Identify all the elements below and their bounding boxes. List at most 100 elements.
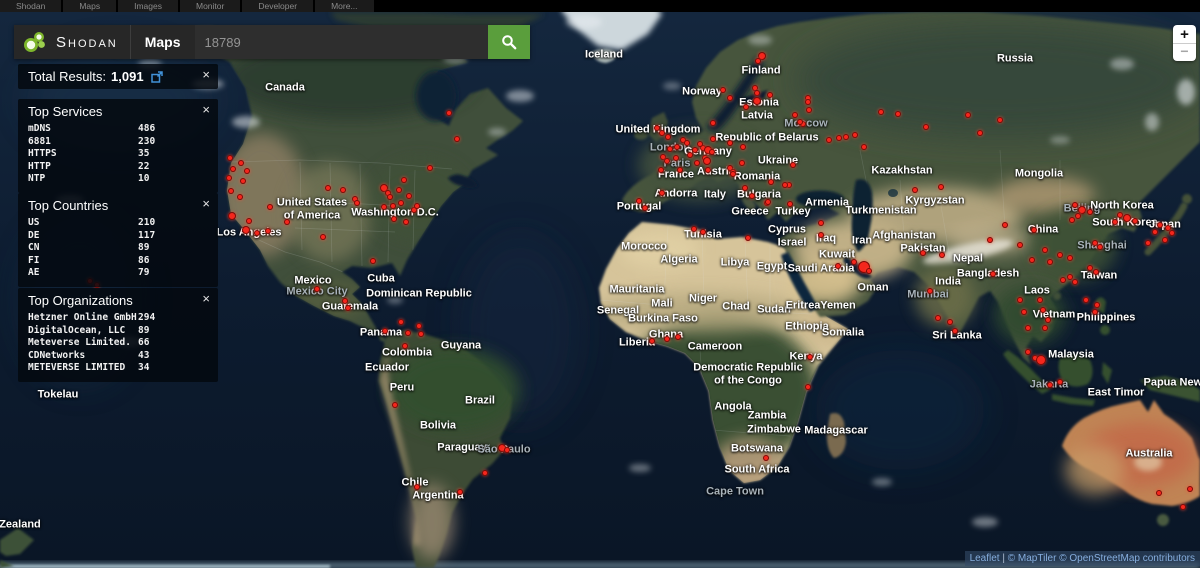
facet-label[interactable]: CDNetworks bbox=[28, 350, 138, 363]
host-marker[interactable] bbox=[1087, 209, 1093, 215]
facet-label[interactable]: US bbox=[28, 217, 138, 230]
host-marker[interactable] bbox=[697, 141, 703, 147]
host-marker[interactable] bbox=[1037, 297, 1043, 303]
host-marker[interactable] bbox=[694, 160, 700, 166]
host-marker[interactable] bbox=[1042, 325, 1048, 331]
facet-label[interactable]: Hetzner Online GmbH bbox=[28, 312, 138, 325]
facet-label[interactable]: HTTP bbox=[28, 161, 138, 174]
host-marker[interactable] bbox=[749, 193, 755, 199]
host-marker[interactable] bbox=[664, 158, 670, 164]
facet-label[interactable]: METEVERSE LIMITED bbox=[28, 362, 138, 375]
host-marker[interactable] bbox=[1025, 349, 1031, 355]
host-marker[interactable] bbox=[1017, 297, 1023, 303]
host-marker[interactable] bbox=[1094, 302, 1100, 308]
host-marker[interactable] bbox=[878, 109, 884, 115]
host-marker[interactable] bbox=[851, 259, 857, 265]
host-marker[interactable] bbox=[836, 135, 842, 141]
host-marker[interactable] bbox=[1060, 277, 1066, 283]
zoom-out-button[interactable]: − bbox=[1173, 44, 1196, 61]
host-marker[interactable] bbox=[396, 187, 402, 193]
host-marker[interactable] bbox=[767, 92, 773, 98]
host-marker[interactable] bbox=[325, 185, 331, 191]
host-marker[interactable] bbox=[692, 147, 698, 153]
host-marker[interactable] bbox=[1072, 202, 1078, 208]
host-marker[interactable] bbox=[866, 268, 872, 274]
host-marker[interactable] bbox=[1031, 227, 1037, 233]
host-marker[interactable] bbox=[228, 188, 234, 194]
host-marker[interactable] bbox=[742, 185, 748, 191]
host-marker[interactable] bbox=[691, 226, 697, 232]
host-marker[interactable] bbox=[427, 165, 433, 171]
host-marker[interactable] bbox=[406, 193, 412, 199]
host-marker[interactable] bbox=[1156, 490, 1162, 496]
facet-label[interactable]: FI bbox=[28, 255, 138, 268]
host-marker[interactable] bbox=[807, 354, 813, 360]
host-marker[interactable] bbox=[665, 134, 671, 140]
host-marker[interactable] bbox=[709, 149, 715, 155]
facet-label[interactable]: DigitalOcean, LLC bbox=[28, 325, 138, 338]
host-marker[interactable] bbox=[852, 132, 858, 138]
host-marker[interactable] bbox=[743, 104, 749, 110]
host-marker[interactable] bbox=[1123, 214, 1131, 222]
host-marker[interactable] bbox=[642, 205, 648, 211]
host-marker[interactable] bbox=[797, 119, 803, 125]
host-marker[interactable] bbox=[987, 237, 993, 243]
host-marker[interactable] bbox=[446, 110, 452, 116]
host-marker[interactable] bbox=[414, 203, 420, 209]
host-marker[interactable] bbox=[1132, 218, 1138, 224]
host-marker[interactable] bbox=[677, 167, 683, 173]
host-marker[interactable] bbox=[667, 146, 673, 152]
host-marker[interactable] bbox=[1045, 317, 1051, 323]
host-marker[interactable] bbox=[705, 167, 711, 173]
host-marker[interactable] bbox=[990, 271, 996, 277]
host-marker[interactable] bbox=[805, 99, 811, 105]
nav-item-monitor[interactable]: Monitor bbox=[180, 0, 240, 12]
facet-label[interactable]: DE bbox=[28, 230, 138, 243]
host-marker[interactable] bbox=[381, 204, 387, 210]
host-marker[interactable] bbox=[1025, 325, 1031, 331]
nav-item-shodan[interactable]: Shodan bbox=[0, 0, 61, 12]
host-marker[interactable] bbox=[401, 177, 407, 183]
host-marker[interactable] bbox=[320, 234, 326, 240]
facet-label[interactable]: Meteverse Limited. bbox=[28, 337, 138, 350]
host-marker[interactable] bbox=[818, 220, 824, 226]
host-marker[interactable] bbox=[754, 90, 760, 96]
brand-zone[interactable]: Shodan bbox=[14, 25, 130, 59]
host-marker[interactable] bbox=[1040, 307, 1046, 313]
host-marker[interactable] bbox=[792, 112, 798, 118]
leaflet-link[interactable]: Leaflet bbox=[970, 553, 1000, 564]
host-marker[interactable] bbox=[923, 124, 929, 130]
host-marker[interactable] bbox=[636, 198, 642, 204]
host-marker[interactable] bbox=[1017, 242, 1023, 248]
host-marker[interactable] bbox=[418, 331, 424, 337]
maptiler-link[interactable]: © MapTiler bbox=[1008, 553, 1057, 564]
host-marker[interactable] bbox=[1097, 244, 1103, 250]
host-marker[interactable] bbox=[392, 402, 398, 408]
host-marker[interactable] bbox=[246, 218, 252, 224]
facet-label[interactable]: 6881 bbox=[28, 136, 138, 149]
host-marker[interactable] bbox=[1187, 486, 1193, 492]
host-marker[interactable] bbox=[920, 250, 926, 256]
host-marker[interactable] bbox=[765, 199, 771, 205]
host-marker[interactable] bbox=[454, 136, 460, 142]
host-marker[interactable] bbox=[1112, 219, 1118, 225]
host-marker[interactable] bbox=[654, 125, 660, 131]
host-marker[interactable] bbox=[265, 228, 271, 234]
host-marker[interactable] bbox=[1047, 259, 1053, 265]
external-link-icon[interactable] bbox=[151, 71, 163, 83]
host-marker[interactable] bbox=[1067, 255, 1073, 261]
host-marker[interactable] bbox=[242, 226, 250, 234]
host-marker[interactable] bbox=[1162, 237, 1168, 243]
host-marker[interactable] bbox=[1021, 309, 1027, 315]
host-marker[interactable] bbox=[965, 112, 971, 118]
host-marker[interactable] bbox=[340, 187, 346, 193]
host-marker[interactable] bbox=[382, 328, 388, 334]
host-marker[interactable] bbox=[1042, 247, 1048, 253]
host-marker[interactable] bbox=[673, 155, 679, 161]
host-marker[interactable] bbox=[703, 157, 711, 165]
host-marker[interactable] bbox=[952, 328, 958, 334]
host-marker[interactable] bbox=[938, 184, 944, 190]
host-marker[interactable] bbox=[927, 288, 933, 294]
host-marker[interactable] bbox=[1072, 279, 1078, 285]
host-marker[interactable] bbox=[403, 219, 409, 225]
